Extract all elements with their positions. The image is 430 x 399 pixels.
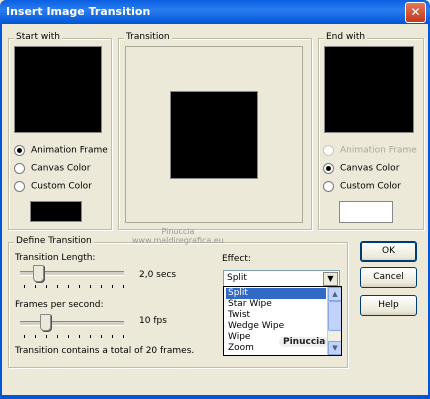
slider-tick	[46, 285, 47, 288]
chevron-down-icon[interactable]: ▼	[323, 272, 338, 286]
slider-tick	[123, 285, 124, 288]
frames-summary: Transition contains a total of 20 frames…	[15, 346, 195, 356]
end-custom-color-swatch[interactable]	[339, 201, 393, 223]
fps-value: 10 fps	[139, 316, 167, 326]
start-with-label: Start with	[14, 32, 62, 42]
start-radio-animation-frame[interactable]: Animation Frame	[14, 145, 108, 159]
radio-indicator	[14, 181, 25, 192]
effect-selected-value: Split	[227, 273, 247, 283]
start-radio-canvas-color[interactable]: Canvas Color	[14, 163, 90, 177]
start-radio-custom-color[interactable]: Custom Color	[14, 181, 92, 195]
title-bar[interactable]: Insert Image Transition ✕	[0, 0, 430, 24]
slider-tick	[90, 285, 91, 288]
transition-length-slider-thumb[interactable]	[32, 265, 44, 282]
fps-ticks	[24, 335, 124, 339]
scroll-down-icon[interactable]: ▼	[328, 341, 341, 355]
help-button[interactable]: Help	[360, 295, 417, 316]
slider-tick	[46, 335, 47, 338]
slider-tick	[68, 285, 69, 288]
transition-length-ticks	[24, 285, 124, 289]
slider-tick	[101, 335, 102, 338]
radio-indicator	[323, 145, 334, 156]
slider-tick	[112, 335, 113, 338]
slider-tick	[123, 335, 124, 338]
frames-per-second-label: Frames per second:	[15, 300, 104, 310]
slider-tick	[79, 335, 80, 338]
window-title: Insert Image Transition	[6, 5, 151, 18]
start-custom-color-swatch[interactable]	[30, 201, 82, 222]
cancel-button[interactable]: Cancel	[360, 267, 417, 288]
close-button[interactable]: ✕	[405, 2, 426, 23]
slider-tick	[35, 285, 36, 288]
end-radio-custom-color[interactable]: Custom Color	[323, 181, 401, 195]
scrollbar-thumb[interactable]	[328, 301, 341, 331]
scroll-up-icon[interactable]: ▲	[328, 287, 341, 301]
slider-tick	[57, 285, 58, 288]
close-icon: ✕	[410, 5, 421, 19]
effect-select[interactable]: Split ▼	[223, 270, 340, 287]
transition-length-value: 2,0 secs	[139, 270, 177, 280]
effect-option-star-wipe[interactable]: Star Wipe	[226, 299, 326, 310]
slider-tick	[68, 335, 69, 338]
effect-option-twist[interactable]: Twist	[226, 310, 326, 321]
ok-button[interactable]: OK	[360, 241, 417, 262]
start-preview	[14, 46, 102, 133]
end-with-label: End with	[324, 32, 368, 42]
fps-track[interactable]	[20, 321, 124, 326]
define-transition-label: Define Transition	[14, 236, 94, 246]
effect-option-wedge-wipe[interactable]: Wedge Wipe	[226, 321, 326, 332]
radio-indicator	[323, 163, 334, 174]
watermark-author: Pinuccia	[161, 227, 195, 236]
fps-slider-thumb[interactable]	[39, 314, 51, 331]
effect-listbox[interactable]: Split Star Wipe Twist Wedge Wipe Wipe Zo…	[223, 286, 342, 356]
transition-length-label: Transition Length:	[15, 253, 96, 263]
radio-indicator	[323, 181, 334, 192]
end-radio-animation-frame[interactable]: Animation Frame	[323, 145, 417, 159]
radio-indicator	[14, 163, 25, 174]
author-badge: Pinuccia	[279, 337, 330, 347]
end-preview	[324, 46, 414, 133]
slider-tick	[24, 335, 25, 338]
radio-indicator	[14, 145, 25, 156]
watermark-site: www.maldiregrafica.eu	[132, 236, 224, 245]
transition-preview	[170, 91, 258, 179]
end-radio-canvas-color[interactable]: Canvas Color	[323, 163, 399, 177]
slider-tick	[90, 335, 91, 338]
slider-tick	[79, 285, 80, 288]
effect-list-scrollbar[interactable]: ▲ ▼	[327, 287, 341, 355]
slider-tick	[24, 285, 25, 288]
site-watermark: Pinuccia www.maldiregrafica.eu	[132, 227, 224, 245]
slider-tick	[112, 285, 113, 288]
effect-option-split[interactable]: Split	[226, 288, 326, 299]
effect-label: Effect:	[222, 254, 251, 264]
slider-tick	[101, 285, 102, 288]
insert-image-transition-dialog: Insert Image Transition ✕ Start with Ani…	[0, 0, 430, 399]
slider-tick	[57, 335, 58, 338]
transition-label: Transition	[124, 32, 172, 42]
slider-tick	[35, 335, 36, 338]
